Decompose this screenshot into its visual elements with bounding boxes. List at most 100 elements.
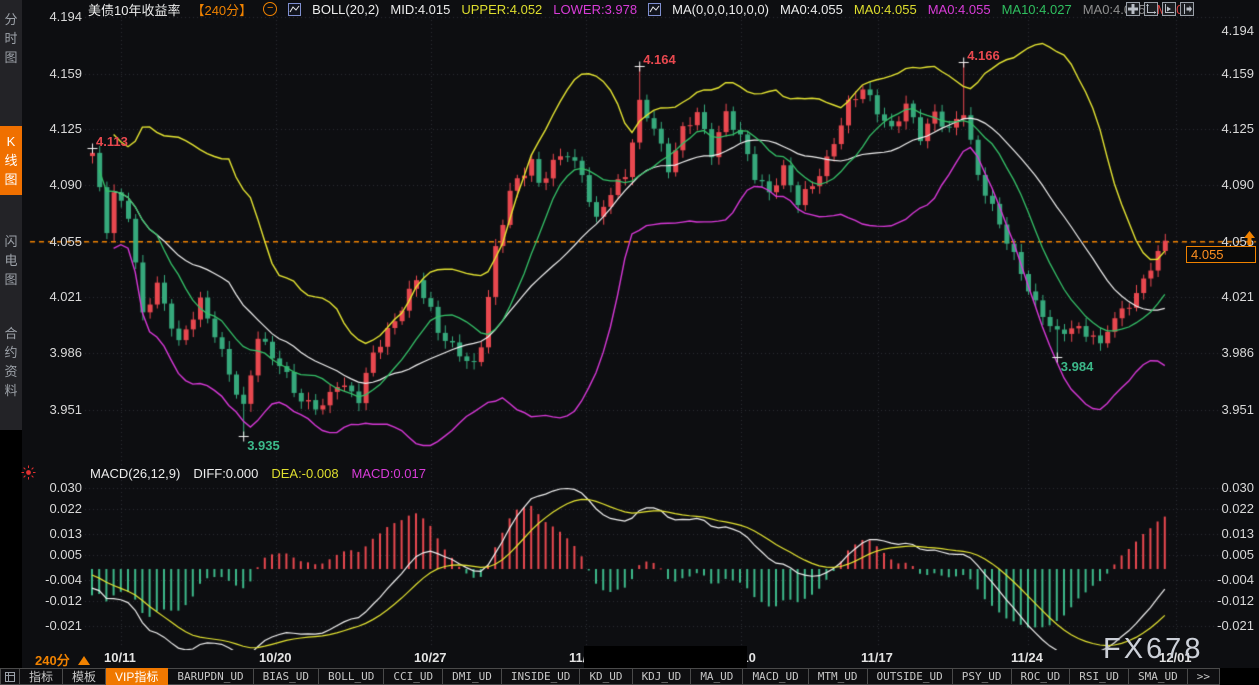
timeframe-footer-label[interactable]: 240分 xyxy=(35,650,90,669)
price-annotation: 4.166 xyxy=(967,48,1000,63)
macd-axis-label-right: -0.021 xyxy=(1188,618,1254,633)
left-sidebar: 分时图 K线图闪电图合约资料 xyxy=(0,0,22,430)
instrument-title: 美债10年收益率 xyxy=(88,0,180,19)
sidebar-item-闪电图[interactable]: 闪电图 xyxy=(0,226,22,295)
sidebar-item-label: 合约资料 xyxy=(4,324,18,400)
ma-value-3: MA10:4.027 xyxy=(1002,2,1072,17)
tab-dmi-ud[interactable]: DMI_UD xyxy=(443,668,502,685)
ma-value-0: MA0:4.055 xyxy=(780,2,843,17)
tab-vip指标[interactable]: VIP指标 xyxy=(106,668,168,685)
tab-outside-ud[interactable]: OUTSIDE_UD xyxy=(868,668,953,685)
price-axis-label-right: 4.159 xyxy=(1188,66,1254,81)
boll-upper-value: UPPER:4.052 xyxy=(461,2,542,17)
price-axis-label-right: 4.194 xyxy=(1188,23,1254,38)
price-annotation: 3.984 xyxy=(1061,359,1094,374)
macd-axis-label-right: -0.012 xyxy=(1188,593,1254,608)
x-axis-date: 10/20 xyxy=(259,650,292,665)
sidebar-item-label: 闪电图 xyxy=(4,232,18,289)
chart-header: 美债10年收益率 【240分】 − BOLL(20,2) MID:4.015 U… xyxy=(88,1,1187,17)
sidebar-item-K线图[interactable]: K线图 xyxy=(0,126,22,195)
price-annotation: 3.935 xyxy=(247,438,280,453)
ma-indicator-icon[interactable] xyxy=(648,3,661,16)
tab-sma-ud[interactable]: SMA_UD xyxy=(1129,668,1188,685)
macd-axis-label-right: 0.030 xyxy=(1188,480,1254,495)
price-axis-label-right: 3.951 xyxy=(1188,402,1254,417)
tab-mtm-ud[interactable]: MTM_UD xyxy=(809,668,868,685)
price-axis-label-left: 4.125 xyxy=(30,121,82,136)
sidebar-item-分时图[interactable]: 分时图 xyxy=(0,4,22,73)
tab-inside-ud[interactable]: INSIDE_UD xyxy=(502,668,581,685)
macd-label: MACD(26,12,9) xyxy=(90,466,180,481)
macd-axis-label-right: -0.004 xyxy=(1188,572,1254,587)
tab-kdj-ud[interactable]: KDJ_UD xyxy=(633,668,692,685)
ma-label: MA(0,0,0,10,0,0) xyxy=(672,2,769,17)
collapse-icon[interactable]: − xyxy=(263,2,277,16)
tab-macd-ud[interactable]: MACD_UD xyxy=(743,668,808,685)
x-axis-date: 11/17 xyxy=(861,650,893,665)
price-annotation: 4.113 xyxy=(96,134,128,149)
sidebar-item-label: K线图 xyxy=(4,132,18,189)
tab-ma-ud[interactable]: MA_UD xyxy=(691,668,743,685)
chart-tool-buttons xyxy=(1126,2,1194,16)
tab-模板[interactable]: 模板 xyxy=(63,668,106,685)
sidebar-item-label: 分时图 xyxy=(4,10,18,67)
tab-bias-ud[interactable]: BIAS_UD xyxy=(254,668,319,685)
toolbar-grid-icon[interactable] xyxy=(0,668,20,685)
macd-axis-label-left: 0.022 xyxy=(30,501,82,516)
boll-indicator-icon[interactable] xyxy=(288,3,301,16)
axis-play-icon[interactable] xyxy=(1162,2,1176,16)
tab-boll-ud[interactable]: BOLL_UD xyxy=(319,668,384,685)
indicator-settings-icon[interactable] xyxy=(21,465,36,485)
macd-axis-label-left: 0.005 xyxy=(30,547,82,562)
price-axis-label-right: 4.090 xyxy=(1188,177,1254,192)
macd-dea-value: DEA:-0.008 xyxy=(271,466,338,481)
bottom-toolbar: 指标模板VIP指标BARUPDN_UDBIAS_UDBOLL_UDCCI_UDD… xyxy=(0,668,1259,685)
timeframe-badge[interactable]: 【240分】 xyxy=(191,0,252,19)
price-axis-label-left: 4.159 xyxy=(30,66,82,81)
macd-macd-value: MACD:0.017 xyxy=(352,466,426,481)
x-axis-date: 11/24 xyxy=(1011,650,1043,665)
macd-axis-label-left: 0.013 xyxy=(30,526,82,541)
price-axis-label-right: 3.986 xyxy=(1188,345,1254,360)
watermark: FX678 xyxy=(1103,633,1203,666)
tab-more[interactable]: >> xyxy=(1188,668,1220,685)
ma-value-1: MA0:4.055 xyxy=(854,2,917,17)
tab-barupdn-ud[interactable]: BARUPDN_UD xyxy=(168,668,253,685)
macd-axis-label-right: 0.005 xyxy=(1188,547,1254,562)
price-marker-icon xyxy=(1243,231,1256,250)
macd-header: MACD(26,12,9) DIFF:0.000 DEA:-0.008 MACD… xyxy=(90,466,426,481)
tab-指标[interactable]: 指标 xyxy=(20,668,63,685)
macd-diff-value: DIFF:0.000 xyxy=(193,466,258,481)
timeframe-up-arrow-icon xyxy=(78,656,90,665)
tab-cci-ud[interactable]: CCI_UD xyxy=(384,668,443,685)
price-axis-label-left: 3.986 xyxy=(30,345,82,360)
tab-roc-ud[interactable]: ROC_UD xyxy=(1012,668,1071,685)
price-axis-label-left: 4.194 xyxy=(30,9,82,24)
boll-label: BOLL(20,2) xyxy=(312,2,379,17)
price-axis-label-left: 3.951 xyxy=(30,402,82,417)
macd-axis-label-left: -0.004 xyxy=(30,572,82,587)
price-axis-label-left: 4.021 xyxy=(30,289,82,304)
redaction-box xyxy=(584,646,747,668)
tab-psy-ud[interactable]: PSY_UD xyxy=(953,668,1012,685)
tab-kd-ud[interactable]: KD_UD xyxy=(580,668,632,685)
x-axis-date: 10/11 xyxy=(104,650,136,665)
axis-shift-icon[interactable] xyxy=(1180,2,1194,16)
x-axis-date: 10/27 xyxy=(414,650,447,665)
macd-axis-label-left: -0.021 xyxy=(30,618,82,633)
candlestick-chart-canvas[interactable] xyxy=(0,0,1259,685)
move-icon[interactable] xyxy=(1126,2,1140,16)
macd-axis-label-right: 0.022 xyxy=(1188,501,1254,516)
sidebar-item-合约资料[interactable]: 合约资料 xyxy=(0,318,22,406)
macd-axis-label-left: -0.012 xyxy=(30,593,82,608)
macd-axis-label-left: 0.030 xyxy=(30,480,82,495)
price-axis-label-right: 4.021 xyxy=(1188,289,1254,304)
tab-rsi-ud[interactable]: RSI_UD xyxy=(1070,668,1129,685)
price-annotation: 4.164 xyxy=(643,52,676,67)
price-axis-label-right: 4.125 xyxy=(1188,121,1254,136)
price-axis-label-left: 4.055 xyxy=(30,234,82,249)
axis-scale-icon[interactable] xyxy=(1144,2,1158,16)
macd-axis-label-right: 0.013 xyxy=(1188,526,1254,541)
ma-value-2: MA0:4.055 xyxy=(928,2,991,17)
boll-mid-value: MID:4.015 xyxy=(390,2,450,17)
